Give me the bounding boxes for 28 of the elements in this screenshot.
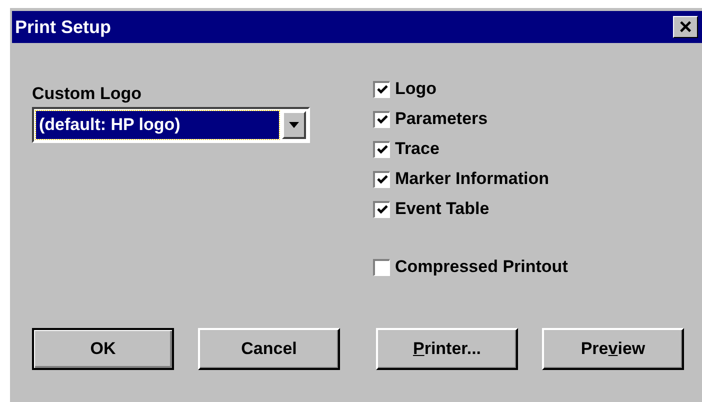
dropdown-value: (default: HP logo) — [36, 111, 279, 139]
checkbox[interactable] — [373, 110, 390, 128]
checkbox-label: Parameters — [395, 108, 488, 130]
dialog-button[interactable]: Cancel — [198, 328, 340, 370]
checkbox[interactable] — [373, 258, 390, 276]
checkbox[interactable] — [373, 200, 390, 218]
checkbox-label: Event Table — [395, 198, 490, 220]
caret-icon — [289, 122, 299, 128]
checkbox-label: Trace — [395, 138, 440, 160]
dialog-button[interactable]: Printer... — [376, 328, 518, 370]
checkbox-label: Compressed Printout — [395, 256, 568, 278]
checkbox[interactable] — [373, 170, 390, 188]
dropdown-arrow-button[interactable] — [282, 111, 306, 139]
checkmark-icon — [376, 114, 388, 124]
checkmark-icon — [376, 174, 388, 184]
dialog-button[interactable]: OK — [32, 328, 174, 370]
checkbox[interactable] — [373, 140, 390, 158]
checkmark-icon — [376, 204, 388, 214]
field-label: Custom Logo — [32, 83, 143, 105]
logo-dropdown[interactable]: (default: HP logo) — [32, 107, 310, 143]
checkbox[interactable] — [373, 80, 390, 98]
checkbox-label: Logo — [395, 78, 437, 100]
dialog-button[interactable]: Preview — [542, 328, 684, 370]
close-button[interactable]: × — [673, 16, 698, 38]
window-title: Print Setup — [15, 16, 112, 39]
checkbox-label: Marker Information — [395, 168, 549, 190]
checkmark-icon — [376, 144, 388, 154]
checkmark-icon — [376, 84, 388, 94]
